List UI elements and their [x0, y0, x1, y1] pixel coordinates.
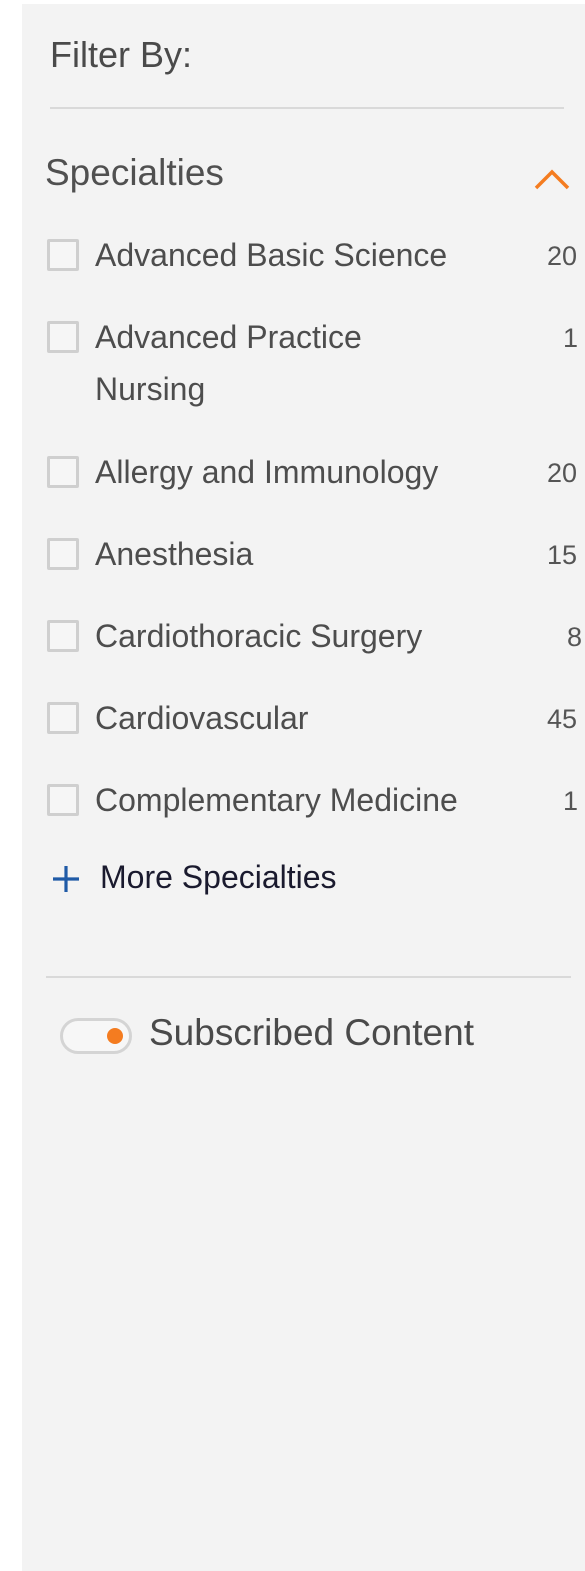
divider — [46, 976, 571, 978]
specialty-label: Cardiovascular — [95, 700, 309, 736]
specialty-label: Advanced Practice Nursing — [95, 319, 362, 407]
checkbox[interactable] — [47, 620, 79, 652]
checkbox[interactable] — [47, 321, 79, 353]
specialty-count: 1 — [563, 323, 579, 353]
specialty-count: 15 — [547, 540, 578, 570]
specialty-item-advanced-practice-nursing[interactable]: Advanced Practice Nursing 1 — [47, 319, 585, 409]
specialty-item-cardiovascular[interactable]: Cardiovascular 45 — [47, 700, 585, 740]
specialty-item-allergy-and-immunology[interactable]: Allergy and Immunology 20 — [47, 454, 585, 494]
plus-icon — [53, 866, 79, 892]
specialty-item-cardiothoracic-surgery[interactable]: Cardiothoracic Surgery 8 — [47, 618, 585, 658]
specialty-count: 8 — [567, 622, 583, 652]
specialty-label: Allergy and Immunology — [95, 454, 439, 490]
specialty-label: Anesthesia — [95, 536, 254, 572]
specialties-heading: Specialties — [45, 152, 224, 193]
specialty-label: Advanced Basic Science — [95, 237, 448, 273]
checkbox[interactable] — [47, 456, 79, 488]
checkbox[interactable] — [47, 784, 79, 816]
specialty-item-anesthesia[interactable]: Anesthesia 15 — [47, 536, 585, 576]
specialty-item-complementary-medicine[interactable]: Complementary Medicine 1 — [47, 782, 585, 822]
subscribed-content-toggle[interactable] — [60, 1018, 132, 1054]
checkbox[interactable] — [47, 239, 79, 271]
subscribed-content-label: Subscribed Content — [149, 1012, 474, 1053]
specialty-count: 1 — [563, 786, 579, 816]
specialty-item-advanced-basic-science[interactable]: Advanced Basic Science 20 — [47, 237, 585, 277]
specialty-count: 45 — [547, 704, 578, 734]
checkbox[interactable] — [47, 538, 79, 570]
toggle-knob — [107, 1028, 123, 1044]
specialty-count: 20 — [547, 458, 578, 488]
specialty-count: 20 — [547, 241, 578, 271]
checkbox[interactable] — [47, 702, 79, 734]
divider — [50, 107, 564, 109]
specialty-label: Cardiothoracic Surgery — [95, 618, 423, 654]
chevron-up-icon[interactable] — [532, 164, 572, 192]
specialty-label: Complementary Medicine — [95, 782, 458, 818]
more-specialties-label: More Specialties — [100, 859, 337, 895]
filter-panel: Filter By: Specialties Advanced Basic Sc… — [22, 4, 585, 1571]
filter-by-title: Filter By: — [50, 34, 193, 75]
